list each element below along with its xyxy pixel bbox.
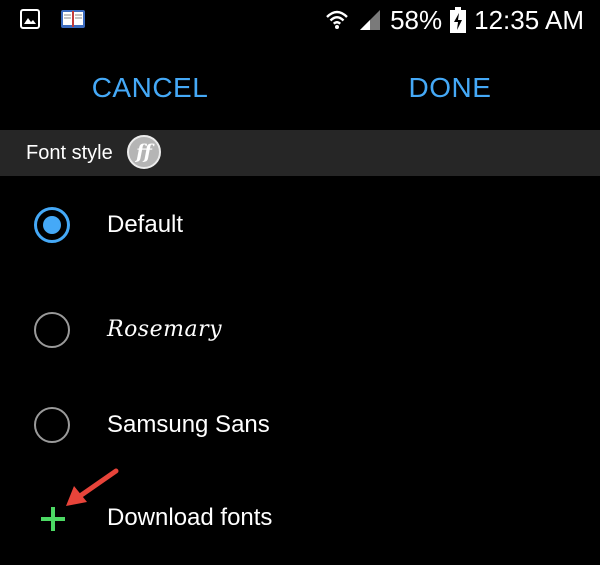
download-fonts-label: Download fonts <box>107 504 273 531</box>
font-badge-icon: ff <box>127 135 161 169</box>
radio-button[interactable] <box>34 312 70 348</box>
cancel-button[interactable]: CANCEL <box>90 60 210 116</box>
font-option-rosemary[interactable]: Rosemary <box>0 300 600 360</box>
battery-charging-icon <box>450 7 467 33</box>
radio-dot <box>43 216 61 234</box>
battery-percent: 58% <box>390 5 443 35</box>
clock: 12:35 AM <box>474 5 584 35</box>
dialog-actions: CANCEL DONE <box>0 60 600 116</box>
annotation-arrow-icon <box>66 468 119 506</box>
option-label: Samsung Sans <box>107 411 270 438</box>
font-badge-text: ff <box>136 141 152 163</box>
section-title: Font style <box>26 142 113 164</box>
font-style-header: Font style ff <box>0 130 600 176</box>
gallery-icon <box>20 9 40 29</box>
option-label: Rosemary <box>107 317 223 342</box>
option-label: Default <box>107 211 184 238</box>
signal-icon <box>360 10 381 30</box>
notification-icons <box>20 8 86 30</box>
status-bar: 58% 12:35 AM <box>0 0 600 40</box>
radio-button-selected[interactable] <box>34 207 70 243</box>
font-option-default[interactable]: Default <box>0 195 600 255</box>
font-option-samsung-sans[interactable]: Samsung Sans <box>0 395 600 455</box>
system-status: 58% 12:35 AM <box>324 4 584 36</box>
done-button[interactable]: DONE <box>400 60 500 116</box>
wifi-icon <box>326 10 348 29</box>
book-icon <box>61 10 85 28</box>
radio-button[interactable] <box>34 407 70 443</box>
